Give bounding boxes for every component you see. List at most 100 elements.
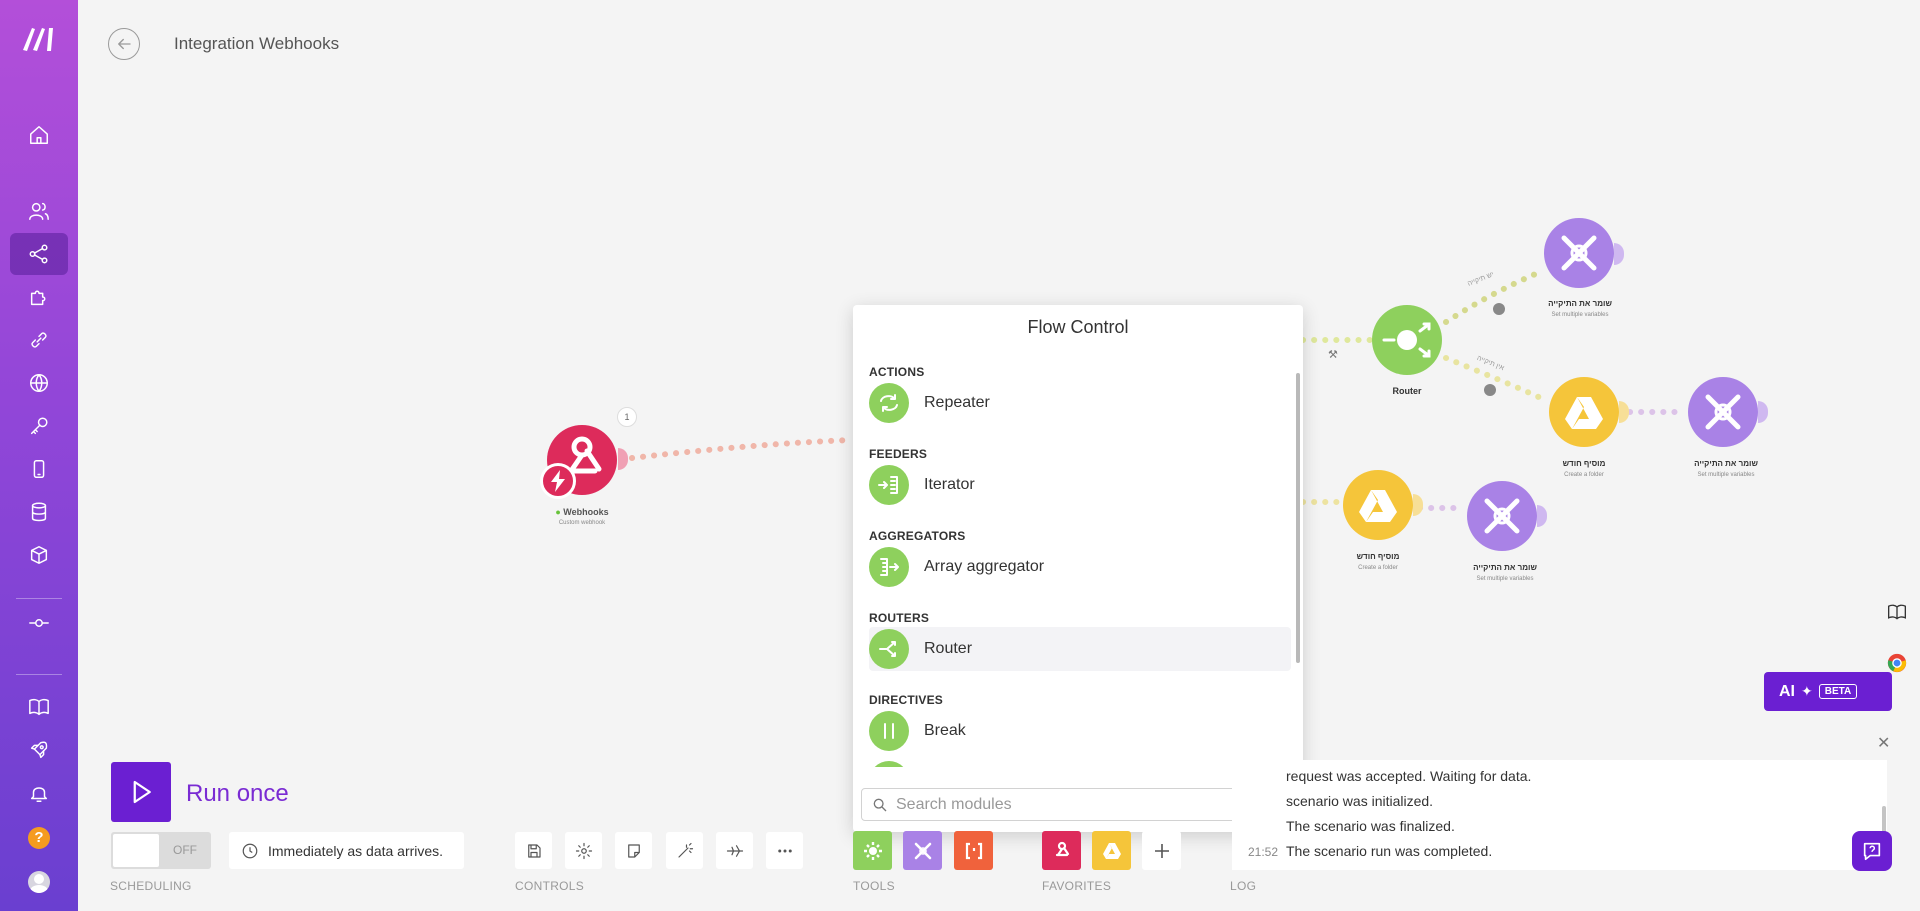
log-entry: request was accepted. Waiting for data.	[1232, 768, 1531, 788]
log-panel[interactable]: request was accepted. Waiting for data. …	[1232, 760, 1887, 870]
tools-node[interactable]	[1467, 481, 1537, 551]
schedule-text: Immediately as data arrives.	[268, 842, 444, 859]
array-aggregator-icon	[869, 547, 909, 587]
section-heading-aggregators: AGGREGATORS	[869, 529, 966, 543]
log-label: LOG	[1230, 879, 1257, 893]
google-drive-icon	[1102, 842, 1121, 859]
trigger-lightning-icon[interactable]	[540, 463, 576, 499]
tools-node[interactable]	[1544, 218, 1614, 288]
iterator-icon	[869, 465, 909, 505]
gear-icon	[863, 841, 882, 860]
tools-icon	[914, 842, 931, 859]
auto-align-button[interactable]	[666, 832, 703, 869]
webhooks-node-label: ● Webhooks	[555, 507, 609, 517]
filter-wrench-icon[interactable]: ⚒	[1328, 348, 1338, 361]
notes-button[interactable]	[615, 832, 652, 869]
tools-icon	[1561, 235, 1597, 271]
ai-label: AI	[1779, 682, 1795, 700]
explain-flow-button[interactable]	[716, 832, 753, 869]
toggle-state: OFF	[173, 843, 197, 857]
tools-node-sublabel: Set multiple variables	[1551, 312, 1609, 318]
section-heading-actions: ACTIONS	[869, 365, 925, 379]
gear-icon	[575, 842, 592, 859]
module-search-input[interactable]	[896, 795, 1276, 814]
module-item-partial[interactable]	[869, 759, 1291, 767]
run-once-label[interactable]: Run once	[186, 780, 289, 808]
log-text: scenario was initialized.	[1286, 793, 1434, 809]
router-icon	[1382, 322, 1431, 358]
webhooks-label-text: Webhooks	[563, 507, 609, 517]
save-icon	[527, 843, 541, 858]
tools-icon	[1484, 498, 1520, 534]
scheduling-toggle[interactable]: OFF	[111, 832, 211, 869]
router-node[interactable]	[1372, 305, 1442, 375]
filter-funnel-icon[interactable]	[1493, 303, 1505, 315]
tools-node-label: שומר את התיקייה	[1694, 459, 1758, 468]
google-drive-node[interactable]	[1343, 470, 1413, 540]
airplane-icon	[726, 844, 743, 857]
schedule-setting[interactable]: Immediately as data arrives.	[229, 832, 464, 869]
plus-icon	[1154, 843, 1169, 858]
router-icon	[869, 629, 909, 669]
play-icon	[133, 780, 151, 804]
module-search-field[interactable]	[861, 788, 1294, 821]
log-time: 21:52	[1247, 845, 1278, 859]
support-chat-button[interactable]	[1852, 831, 1892, 871]
module-label: Array aggregator	[924, 558, 1045, 575]
tools-flow-control-button[interactable]	[853, 831, 892, 870]
module-list[interactable]: ACTIONS Repeater FEEDERS Iterator AGGREG…	[853, 347, 1293, 767]
favorite-webhooks-button[interactable]	[1042, 831, 1081, 870]
webhook-icon	[1055, 841, 1069, 856]
controls-label: CONTROLS	[515, 879, 585, 893]
google-drive-node[interactable]	[1549, 377, 1619, 447]
module-item-break[interactable]: Break	[869, 709, 1291, 753]
module-label: Router	[924, 640, 973, 657]
log-entry: The scenario was finalized.	[1232, 818, 1455, 838]
run-once-button[interactable]	[111, 762, 171, 822]
scenario-settings-button[interactable]	[565, 832, 602, 869]
tools-node[interactable]	[1688, 377, 1758, 447]
module-item-array-aggregator[interactable]: Array aggregator	[869, 545, 1291, 589]
module-item-repeater[interactable]: Repeater	[869, 381, 1291, 425]
router-node-label: Router	[1392, 386, 1422, 396]
more-options-button[interactable]	[766, 832, 803, 869]
tools-text-parser-button[interactable]	[954, 831, 993, 870]
tools-label: TOOLS	[853, 879, 895, 893]
section-heading-directives: DIRECTIVES	[869, 693, 944, 707]
ai-assistant-button[interactable]: AI ✦ BETA	[1764, 672, 1892, 711]
popover-scrollbar[interactable]	[1296, 373, 1300, 663]
filter-funnel-icon[interactable]	[1484, 384, 1496, 396]
log-close-icon[interactable]: ✕	[1877, 733, 1890, 753]
tools-utilities-button[interactable]	[903, 831, 942, 870]
tools-node-label: שומר את התיקייה	[1548, 299, 1612, 308]
tools-node-label: שומר את התיקייה	[1473, 563, 1537, 572]
google-drive-node-label: מוסיף חודש	[1356, 552, 1400, 561]
break-icon	[869, 711, 909, 751]
popover-title: Flow Control	[1027, 317, 1129, 337]
more-dots-icon	[777, 849, 792, 853]
module-label: Iterator	[924, 476, 975, 493]
save-button[interactable]	[515, 832, 552, 869]
module-label: Repeater	[924, 394, 990, 411]
log-entry: 21:52 The scenario run was completed.	[1232, 843, 1492, 863]
flow-control-popover: Flow Control ACTIONS Repeater FEEDERS It…	[853, 305, 1303, 832]
module-label: Break	[924, 722, 966, 739]
repeater-icon	[869, 383, 909, 423]
brackets-icon	[965, 842, 982, 859]
scheduling-label: SCHEDULING	[110, 879, 192, 893]
add-favorite-button[interactable]	[1142, 831, 1181, 870]
tools-icon	[1705, 394, 1741, 430]
google-drive-icon	[1359, 490, 1397, 522]
module-item-router[interactable]: Router	[869, 627, 1291, 671]
clock-icon	[242, 843, 258, 858]
docs-book-icon[interactable]	[1882, 597, 1912, 627]
favorites-label: FAVORITES	[1042, 879, 1112, 893]
favorite-google-drive-button[interactable]	[1092, 831, 1131, 870]
log-text: The scenario run was completed.	[1286, 843, 1493, 859]
directive-icon	[869, 761, 909, 767]
module-item-iterator[interactable]: Iterator	[869, 463, 1291, 507]
log-text: The scenario was finalized.	[1286, 818, 1455, 834]
magic-wand-icon	[677, 842, 693, 858]
sparkle-icon: ✦	[1801, 683, 1813, 699]
toggle-knob	[113, 834, 159, 867]
